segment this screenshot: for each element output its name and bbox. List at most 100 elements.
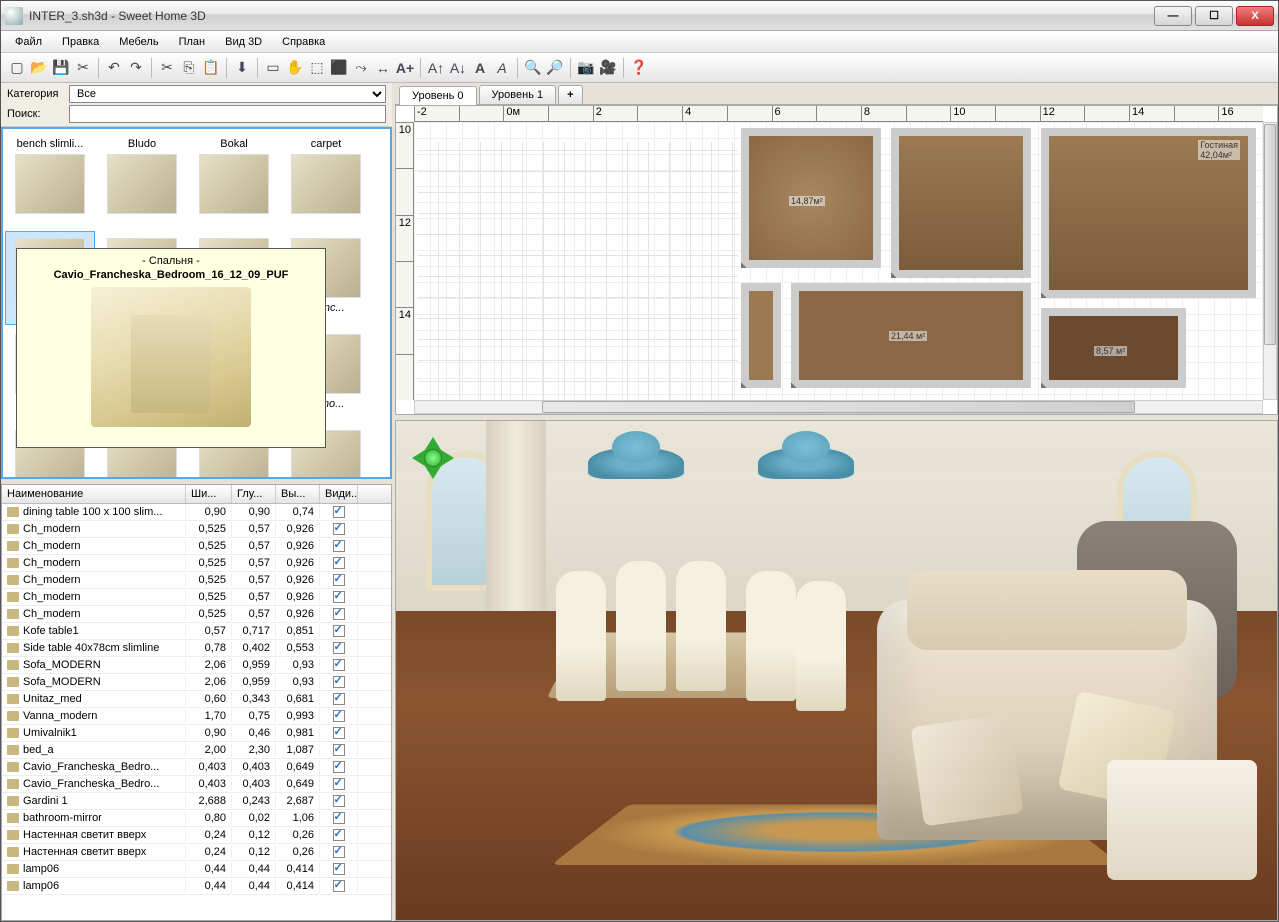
photo-icon[interactable]: 📷 [576,58,596,78]
col-width[interactable]: Ши... [186,485,232,503]
table-row[interactable]: Cavio_Francheska_Bedro... 0,403 0,403 0,… [2,759,391,776]
table-row[interactable]: Настенная светит вверх 0,24 0,12 0,26 [2,827,391,844]
checkbox-icon[interactable] [333,778,345,790]
checkbox-icon[interactable] [333,812,345,824]
menu-furniture[interactable]: Мебель [109,33,168,51]
maximize-button[interactable]: ☐ [1195,6,1233,26]
checkbox-icon[interactable] [333,863,345,875]
menu-3dview[interactable]: Вид 3D [215,33,272,51]
checkbox-icon[interactable] [333,625,345,637]
table-row[interactable]: lamp06 0,44 0,44 0,414 [2,878,391,895]
checkbox-icon[interactable] [333,727,345,739]
table-row[interactable]: lamp06 0,44 0,44 0,414 [2,861,391,878]
cell-visible[interactable] [320,726,358,740]
checkbox-icon[interactable] [333,846,345,858]
cell-visible[interactable] [320,607,358,621]
cell-visible[interactable] [320,794,358,808]
plan-scrollbar-h[interactable] [414,400,1263,414]
table-row[interactable]: Gardini 1 2,688 0,243 2,687 [2,793,391,810]
checkbox-icon[interactable] [333,795,345,807]
text-bold-icon[interactable]: A [470,58,490,78]
col-visible[interactable]: Види... [320,485,358,503]
view-3d[interactable] [395,420,1278,921]
checkbox-icon[interactable] [333,608,345,620]
titlebar[interactable]: INTER_3.sh3d - Sweet Home 3D — ☐ X [1,1,1278,31]
new-icon[interactable]: ▢ [7,58,27,78]
menu-help[interactable]: Справка [272,33,335,51]
text-smaller-icon[interactable]: A↓ [448,58,468,78]
catalog-item[interactable]: Bludo [97,135,187,229]
cell-visible[interactable] [320,811,358,825]
table-row[interactable]: Sofa_MODERN 2,06 0,959 0,93 [2,674,391,691]
zoom-out-icon[interactable]: 🔎 [545,58,565,78]
checkbox-icon[interactable] [333,574,345,586]
cell-visible[interactable] [320,777,358,791]
plan-scrollbar-v[interactable] [1263,122,1277,400]
minimize-button[interactable]: — [1154,6,1192,26]
cell-visible[interactable] [320,641,358,655]
3d-nav-widget[interactable] [402,427,464,489]
create-polyline-icon[interactable]: ⤳ [351,58,371,78]
cell-visible[interactable] [320,573,358,587]
preferences-icon[interactable]: ✂ [73,58,93,78]
plan-grid[interactable]: 14,87м² Гостиная 42,04м² 21,44 м² 8,57 м… [414,122,1263,400]
cell-visible[interactable] [320,658,358,672]
checkbox-icon[interactable] [333,710,345,722]
cell-visible[interactable] [320,828,358,842]
cell-visible[interactable] [320,624,358,638]
col-depth[interactable]: Глу... [232,485,276,503]
select-icon[interactable]: ▭ [263,58,283,78]
tab-level-1[interactable]: Уровень 1 [479,85,557,104]
redo-icon[interactable]: ↷ [126,58,146,78]
cell-visible[interactable] [320,556,358,570]
checkbox-icon[interactable] [333,557,345,569]
table-row[interactable]: Side table 40x78cm slimline 0,78 0,402 0… [2,640,391,657]
catalog-item[interactable]: bench slimli... [5,135,95,229]
tab-add-level[interactable]: + [558,85,582,104]
checkbox-icon[interactable] [333,506,345,518]
floor-plan[interactable]: 14,87м² Гостиная 42,04м² 21,44 м² 8,57 м… [741,128,1261,396]
checkbox-icon[interactable] [333,642,345,654]
close-button[interactable]: X [1236,6,1274,26]
cell-visible[interactable] [320,709,358,723]
cell-visible[interactable] [320,522,358,536]
create-room-icon[interactable]: ⬛ [329,58,349,78]
checkbox-icon[interactable] [333,591,345,603]
menu-plan[interactable]: План [169,33,216,51]
table-row[interactable]: bed_a 2,00 2,30 1,087 [2,742,391,759]
undo-icon[interactable]: ↶ [104,58,124,78]
checkbox-icon[interactable] [333,880,345,892]
create-dimension-icon[interactable]: ↔ [373,58,393,78]
table-row[interactable]: dining table 100 x 100 slim... 0,90 0,90… [2,504,391,521]
cell-visible[interactable] [320,505,358,519]
table-row[interactable]: bathroom-mirror 0,80 0,02 1,06 [2,810,391,827]
add-text-icon[interactable]: A+ [395,58,415,78]
category-select[interactable]: Все [69,85,386,103]
pan-icon[interactable]: ✋ [285,58,305,78]
checkbox-icon[interactable] [333,676,345,688]
table-row[interactable]: Kofe table1 0,57 0,717 0,851 [2,623,391,640]
cell-visible[interactable] [320,862,358,876]
checkbox-icon[interactable] [333,829,345,841]
checkbox-icon[interactable] [333,761,345,773]
plan-2d-view[interactable]: -20м246810121416 101214 14,87м² Гостиная… [395,105,1278,415]
col-name[interactable]: Наименование [2,485,186,503]
save-icon[interactable]: 💾 [51,58,71,78]
cell-visible[interactable] [320,692,358,706]
table-row[interactable]: Unitaz_med 0,60 0,343 0,681 [2,691,391,708]
table-row[interactable]: Ch_modern 0,525 0,57 0,926 [2,538,391,555]
create-walls-icon[interactable]: ⬚ [307,58,327,78]
cell-visible[interactable] [320,675,358,689]
col-height[interactable]: Вы... [276,485,320,503]
text-italic-icon[interactable]: A [492,58,512,78]
checkbox-icon[interactable] [333,693,345,705]
checkbox-icon[interactable] [333,659,345,671]
furniture-list[interactable]: Наименование Ши... Глу... Вы... Види... … [1,484,392,921]
checkbox-icon[interactable] [333,540,345,552]
room-kitchen[interactable]: 14,87м² [741,128,881,268]
furniture-list-header[interactable]: Наименование Ши... Глу... Вы... Види... [2,485,391,504]
room-closet[interactable] [741,283,781,388]
table-row[interactable]: Ch_modern 0,525 0,57 0,926 [2,606,391,623]
table-row[interactable]: Ch_modern 0,525 0,57 0,926 [2,521,391,538]
tab-level-0[interactable]: Уровень 0 [399,86,477,105]
